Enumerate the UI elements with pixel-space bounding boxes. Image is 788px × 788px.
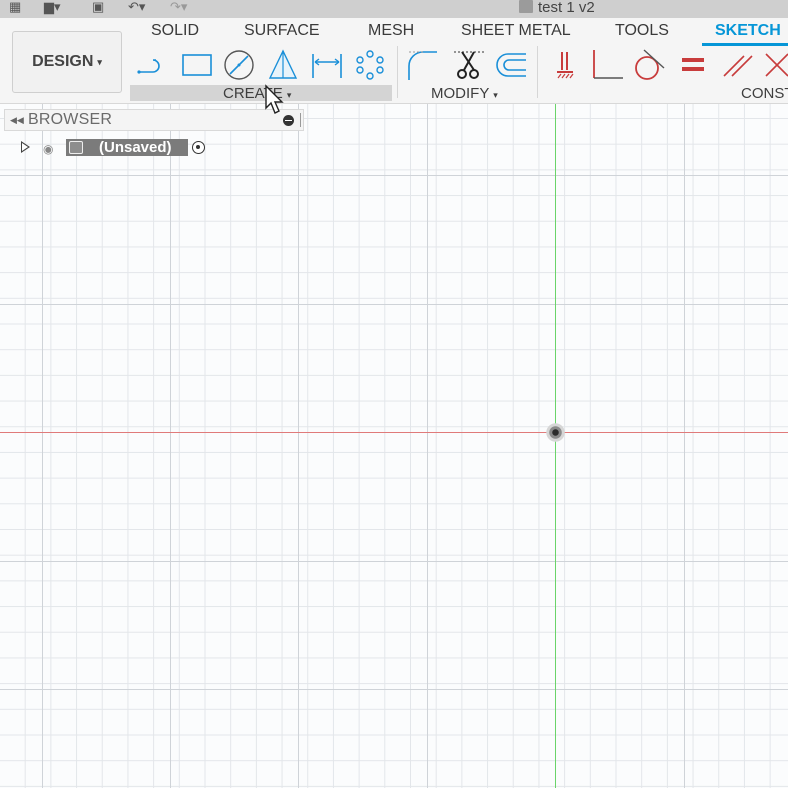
tangent-icon	[635, 49, 665, 80]
group-divider	[397, 46, 398, 98]
equal-icon	[682, 58, 704, 71]
grid-major-line	[0, 175, 788, 176]
visibility-eye-icon[interactable]: ◉	[43, 142, 53, 156]
document-title: test 1 v2	[538, 0, 595, 16]
title-bar: ▦ ▆▾ ▣ ↶▾ ↷▾ test 1 v2	[0, 0, 788, 18]
triangle-tool-button[interactable]	[266, 48, 300, 82]
workspace-label: DESIGN	[32, 53, 94, 70]
circle-icon	[224, 50, 254, 80]
chevron-down-icon: ▾	[493, 90, 498, 100]
tab-sketch[interactable]: SKETCH	[702, 18, 788, 46]
perpendicular-icon	[593, 50, 623, 79]
parallel-icon	[723, 55, 753, 77]
app-grid-icon[interactable]: ▦	[9, 0, 21, 14]
circle-tool-button[interactable]	[222, 48, 256, 82]
root-component-node[interactable]: (Unsaved)	[66, 139, 188, 156]
pattern-icon	[356, 50, 384, 80]
grid-major-line	[0, 304, 788, 305]
fix-constraint-button[interactable]	[548, 48, 582, 82]
sketch-canvas[interactable]	[0, 104, 788, 788]
dimension-icon	[312, 54, 342, 78]
panel-resize-handle[interactable]	[300, 113, 302, 127]
rectangle-icon	[182, 54, 212, 76]
tab-solid[interactable]: SOLID	[151, 22, 199, 40]
grid-major-line	[170, 104, 171, 788]
component-icon	[69, 141, 83, 154]
fix-icon	[557, 52, 574, 79]
group-divider	[537, 46, 538, 98]
root-component-label: (Unsaved)	[99, 139, 172, 156]
save-icon[interactable]: ▣	[92, 0, 104, 14]
chevron-down-icon: ▾	[286, 90, 292, 100]
pattern-tool-button[interactable]	[353, 48, 387, 82]
modify-menu[interactable]: MODIFY ▾	[431, 85, 498, 103]
fillet-tool-button[interactable]	[405, 48, 439, 82]
x-axis	[0, 432, 788, 433]
offset-tool-button[interactable]	[494, 48, 528, 82]
chevron-down-icon: ▾	[97, 56, 102, 67]
dimension-tool-button[interactable]	[310, 48, 344, 82]
modify-label: MODIFY	[431, 85, 490, 102]
document-cube-icon	[519, 0, 533, 13]
grid-major-line	[0, 689, 788, 690]
intersect-icon	[765, 53, 788, 77]
trim-icon	[454, 51, 484, 79]
tab-sheet-metal[interactable]: SHEET METAL	[461, 22, 571, 40]
file-menu-icon[interactable]: ▆▾	[44, 0, 61, 14]
y-axis	[555, 104, 556, 788]
tab-mesh[interactable]: MESH	[368, 22, 414, 40]
minimize-icon[interactable]	[283, 115, 294, 126]
collapse-panel-icon[interactable]: ◀◀	[10, 115, 28, 126]
workspace-switcher-button[interactable]: DESIGN ▾	[12, 31, 122, 93]
tangent-constraint-button[interactable]	[632, 48, 666, 82]
rectangle-tool-button[interactable]	[180, 48, 214, 82]
line-tool-button[interactable]	[136, 48, 170, 82]
line-icon	[137, 59, 160, 74]
grid-major-line	[684, 104, 685, 788]
redo-icon[interactable]: ↷▾	[170, 0, 187, 14]
grid-major-line	[298, 104, 299, 788]
constraints-menu[interactable]: CONST	[741, 85, 788, 103]
fillet-icon	[408, 51, 437, 80]
browser-root-item[interactable]: ◉ (Unsaved)	[0, 138, 220, 158]
parallel-constraint-button[interactable]	[720, 48, 754, 82]
triangle-icon	[268, 49, 298, 79]
trim-tool-button[interactable]	[452, 48, 486, 82]
offset-icon	[496, 53, 526, 77]
expand-arrow-icon[interactable]	[21, 141, 30, 153]
tab-surface[interactable]: SURFACE	[244, 22, 320, 40]
intersect-constraint-button[interactable]	[762, 48, 788, 82]
ribbon-toolbar: DESIGN ▾ SOLID SURFACE MESH SHEET METAL …	[0, 18, 788, 104]
tab-tools[interactable]: TOOLS	[615, 22, 669, 40]
origin-point[interactable]	[546, 423, 565, 442]
grid-major-line	[427, 104, 428, 788]
browser-panel-header: ◀◀ BROWSER	[4, 109, 304, 131]
perpendicular-constraint-button[interactable]	[590, 48, 624, 82]
activate-component-radio[interactable]	[192, 141, 205, 154]
browser-title: BROWSER	[28, 111, 113, 128]
grid-major-line	[42, 104, 43, 788]
undo-icon[interactable]: ↶▾	[128, 0, 145, 14]
grid-major-line	[0, 561, 788, 562]
mouse-cursor-icon	[265, 84, 284, 114]
equal-constraint-button[interactable]	[676, 48, 710, 82]
